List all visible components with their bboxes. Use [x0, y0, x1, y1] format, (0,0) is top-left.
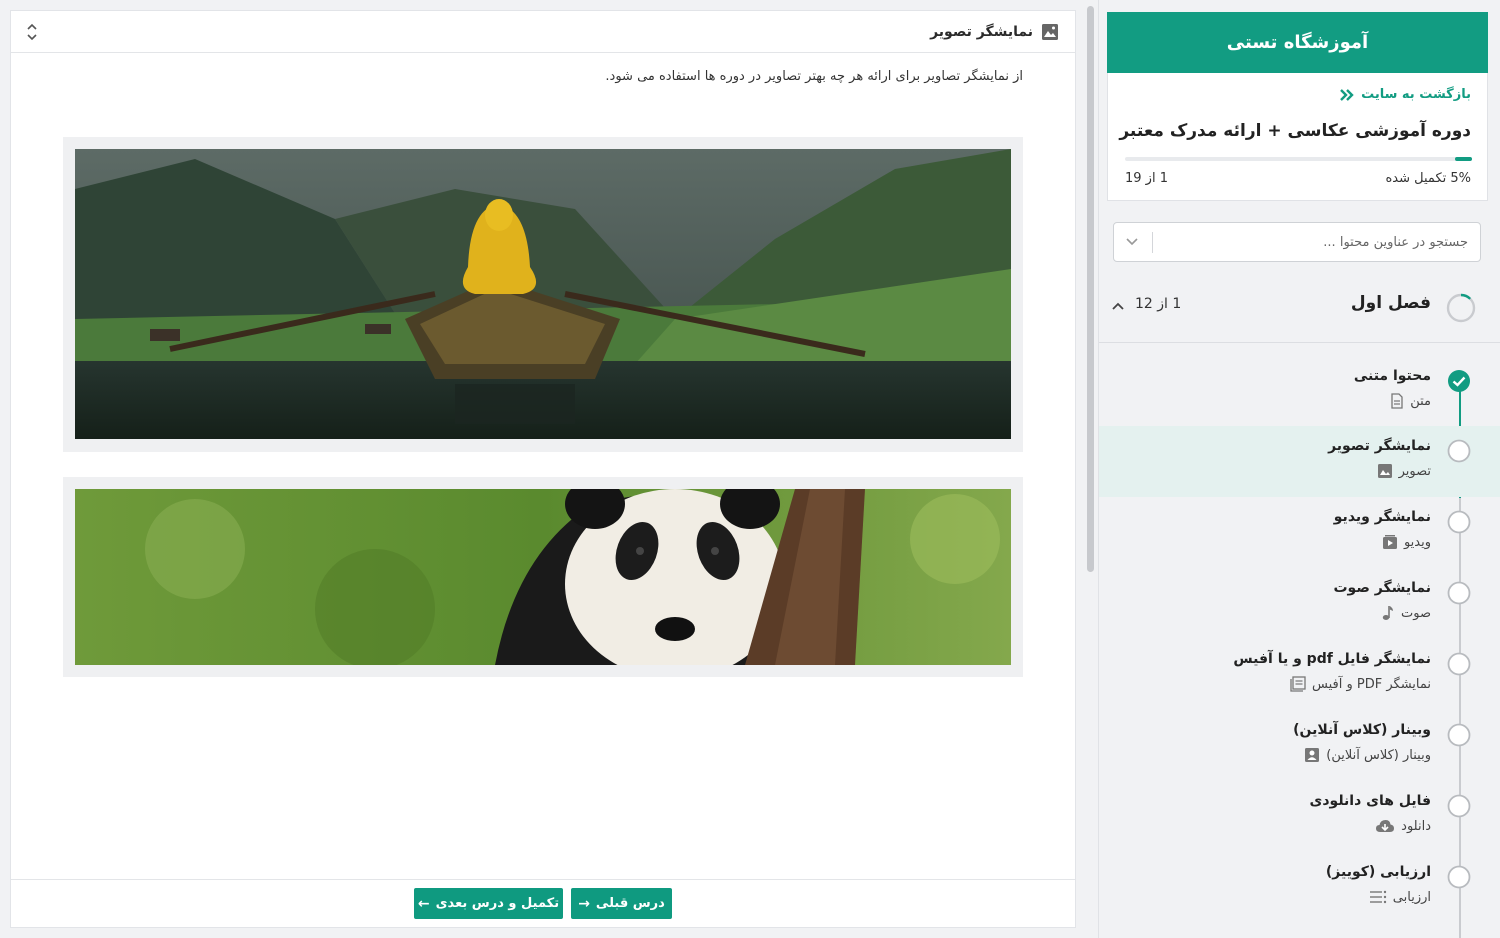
- lesson-type: صوت: [1381, 605, 1431, 621]
- chapter-header[interactable]: فصل اول 1 از 12: [1099, 280, 1500, 343]
- cloud-download-icon: [1376, 820, 1395, 832]
- course-progress-fill: [1454, 157, 1472, 161]
- pending-circle-icon: [1447, 723, 1471, 747]
- lesson-title: فایل های دانلودی: [1309, 793, 1431, 809]
- lesson-description: از نمایشگر تصاویر برای ارائه هر چه بهتر …: [605, 69, 1023, 84]
- lesson-type-label: وبینار (کلاس آنلاین): [1326, 747, 1431, 763]
- lesson-title: نمایشگر ویدیو: [1333, 509, 1431, 525]
- lesson-title: نمایشگر تصویر: [930, 21, 1059, 43]
- previous-lesson-button[interactable]: درس قبلی →: [571, 888, 672, 919]
- chapter-count: 1 از 12: [1135, 296, 1182, 312]
- panda-image[interactable]: [75, 489, 1011, 665]
- pending-circle-icon: [1447, 581, 1471, 605]
- lesson-item[interactable]: فایل های دانلودی دانلود: [1099, 781, 1500, 852]
- lesson-title-text: نمایشگر تصویر: [930, 24, 1033, 40]
- course-info-card: بازگشت به سایت دوره آموزشی عکاسی + ارائه…: [1107, 73, 1488, 201]
- lesson-type: نمایشگر PDF و آفیس: [1290, 676, 1431, 692]
- back-to-site-label: بازگشت به سایت: [1361, 87, 1471, 102]
- arrow-left-icon: ←: [417, 895, 430, 912]
- lesson-title: نمایشگر تصویر: [1328, 438, 1431, 454]
- lesson-title: نمایشگر صوت: [1333, 580, 1431, 596]
- lesson-type-label: تصویر: [1398, 463, 1431, 479]
- lesson-navigation: تکمیل و درس بعدی ← درس قبلی →: [11, 879, 1075, 927]
- complete-next-lesson-button[interactable]: تکمیل و درس بعدی ←: [414, 888, 563, 919]
- file-viewer-icon: [1290, 676, 1306, 692]
- chapter-title: فصل اول: [1350, 293, 1431, 313]
- image-icon: [1042, 24, 1058, 40]
- image-card: [63, 477, 1023, 677]
- content-search: [1113, 222, 1481, 262]
- back-to-site-link[interactable]: بازگشت به سایت: [1339, 87, 1471, 102]
- lesson-item[interactable]: نمایشگر فایل pdf و یا آفیس نمایشگر PDF و…: [1099, 639, 1500, 710]
- progress-percent: 5% تکمیل شده: [1385, 171, 1472, 186]
- pending-circle-icon: [1447, 794, 1471, 818]
- lesson-type: تصویر: [1377, 463, 1431, 479]
- scrollbar-thumb[interactable]: [1087, 6, 1094, 572]
- double-chevron-right-icon: [1340, 88, 1354, 101]
- search-input[interactable]: [1168, 231, 1468, 253]
- image-icon: [1377, 464, 1392, 478]
- document-icon: [1391, 393, 1403, 409]
- lesson-item[interactable]: وبینار (کلاس آنلاین) وبینار (کلاس آنلاین…: [1099, 710, 1500, 781]
- lesson-type: ارزیابی: [1369, 889, 1431, 905]
- chapter-progress-ring-icon: [1446, 293, 1476, 323]
- lesson-title: وبینار (کلاس آنلاین): [1293, 722, 1431, 738]
- lesson-title: نمایشگر فایل pdf و یا آفیس: [1233, 651, 1431, 667]
- pending-circle-icon: [1447, 865, 1471, 889]
- music-note-icon: [1382, 606, 1393, 620]
- pending-circle-icon: [1447, 652, 1471, 676]
- quiz-icon: [1369, 890, 1386, 904]
- lesson-title: محتوا متنی: [1353, 368, 1431, 384]
- lesson-type-label: متن: [1410, 393, 1431, 409]
- pending-circle-icon: [1447, 510, 1471, 534]
- arrow-right-icon: →: [578, 895, 590, 912]
- lesson-item[interactable]: نمایشگر صوت صوت: [1099, 568, 1500, 639]
- image-card: [63, 137, 1023, 452]
- lesson-type-label: نمایشگر PDF و آفیس: [1312, 676, 1431, 692]
- lesson-item[interactable]: نمایشگر ویدیو ویدیو: [1099, 497, 1500, 568]
- lesson-type: وبینار (کلاس آنلاین): [1304, 747, 1431, 763]
- lesson-header: نمایشگر تصویر: [11, 11, 1075, 53]
- expand-collapse-icon[interactable]: [25, 20, 39, 44]
- course-title: دوره آموزشی عکاسی + ارائه مدرک معتبر: [1119, 121, 1471, 141]
- complete-next-label: تکمیل و درس بعدی: [435, 896, 560, 911]
- lesson-type: متن: [1390, 393, 1431, 409]
- lesson-type-label: دانلود: [1401, 818, 1431, 834]
- course-sidebar: آموزشگاه تستی بازگشت به سایت دوره آموزشی…: [1098, 0, 1500, 938]
- chevron-up-icon[interactable]: [1111, 300, 1125, 312]
- lesson-type: دانلود: [1375, 818, 1431, 834]
- lesson-item[interactable]: ارزیابی (کوییز) ارزیابی: [1099, 852, 1500, 923]
- lesson-type-label: ارزیابی: [1392, 889, 1431, 905]
- pending-circle-icon: [1447, 439, 1471, 463]
- course-progress-bar: [1125, 157, 1472, 161]
- previous-lesson-label: درس قبلی: [595, 896, 665, 911]
- content-scrollbar[interactable]: [1084, 0, 1098, 938]
- school-name: آموزشگاه تستی: [1107, 12, 1488, 73]
- lesson-item-active[interactable]: نمایشگر تصویر تصویر: [1099, 426, 1500, 497]
- completed-check-icon: [1448, 370, 1470, 392]
- video-icon: [1382, 535, 1397, 549]
- lesson-type: ویدیو: [1382, 534, 1431, 550]
- webinar-icon: [1305, 748, 1320, 762]
- search-divider: [1152, 232, 1153, 253]
- chevron-down-icon[interactable]: [1125, 236, 1139, 248]
- lesson-type-label: ویدیو: [1403, 534, 1431, 550]
- lesson-type-label: صوت: [1401, 605, 1431, 621]
- lesson-title: ارزیابی (کوییز): [1325, 864, 1431, 880]
- lesson-content-panel: نمایشگر تصویر از نمایشگر تصاویر برای ارا…: [10, 10, 1076, 928]
- lesson-item[interactable]: محتوا متنی متن: [1099, 356, 1500, 427]
- progress-count: 1 از 19: [1125, 171, 1168, 186]
- boat-lake-image[interactable]: [75, 149, 1011, 439]
